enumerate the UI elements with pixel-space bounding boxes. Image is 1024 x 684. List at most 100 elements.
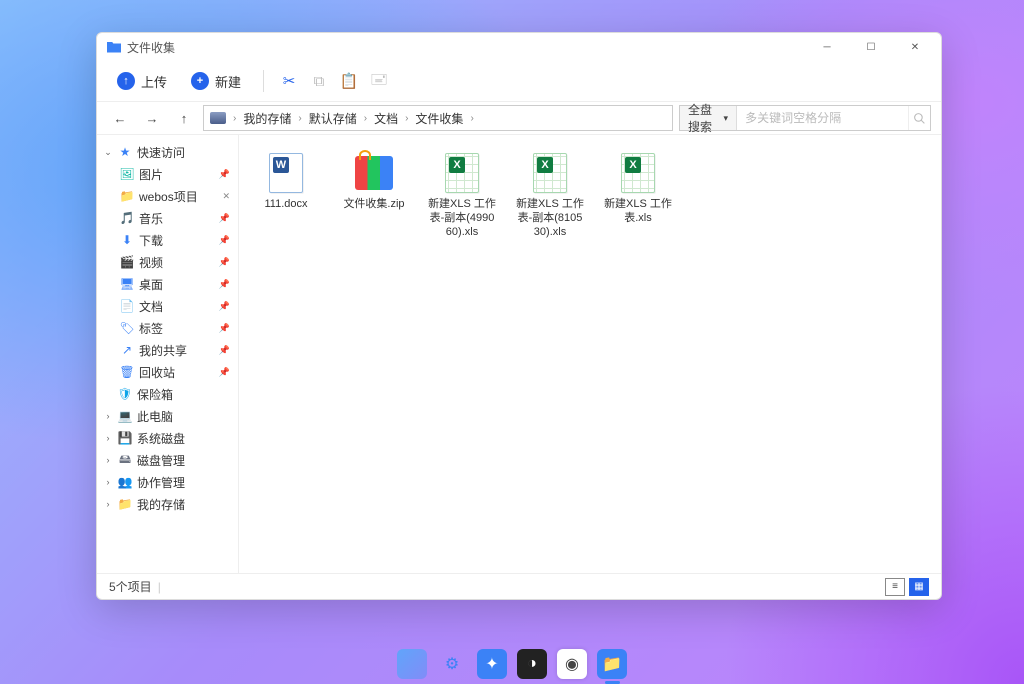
view-grid-button[interactable]: ▦ (909, 578, 929, 596)
copy-icon[interactable]: ⧉ (306, 68, 332, 94)
taskbar-activity-icon[interactable]: ◉ (557, 649, 587, 679)
sidebar-item-1[interactable]: 📁webos项目✕ (97, 185, 238, 207)
pin-icon[interactable]: 📌 (219, 323, 230, 334)
sidebar-root-3[interactable]: ›🖴磁盘管理 (97, 449, 238, 471)
forward-button[interactable]: → (139, 105, 165, 131)
item-count: 5个项目 (109, 578, 152, 595)
new-button[interactable]: + 新建 (181, 67, 251, 96)
sidebar-root-4[interactable]: ›👥协作管理 (97, 471, 238, 493)
sidebar-item-5[interactable]: 🖥桌面📌 (97, 273, 238, 295)
pin-icon[interactable]: 📌 (219, 367, 230, 378)
taskbar: ⚙ ✦ ◑ ◉ 📁 (0, 644, 1024, 684)
item-icon: 📄 (119, 298, 135, 314)
taskbar-terminal-icon[interactable]: ◑ (517, 649, 547, 679)
pin-icon[interactable]: 📌 (219, 169, 230, 180)
sidebar-item-8[interactable]: ↗我的共享📌 (97, 339, 238, 361)
toolbar: ↑ 上传 + 新建 ✂ ⧉ 📋 🖃 (97, 61, 941, 101)
upload-icon: ↑ (117, 72, 135, 90)
pin-icon[interactable]: ✕ (222, 191, 230, 202)
address-bar[interactable]: › 我的存储 › 默认存储 › 文档 › 文件收集 › (203, 105, 673, 131)
file-name: 111.docx (264, 198, 307, 212)
close-button[interactable]: ✕ (893, 33, 937, 61)
file-item[interactable]: 新建XLS 工作表.xls (601, 149, 675, 242)
pin-icon[interactable]: 📌 (219, 345, 230, 356)
item-icon: 🖼 (119, 166, 135, 182)
sidebar-item-2[interactable]: 🎵音乐📌 (97, 207, 238, 229)
sidebar-item-0[interactable]: 🖼图片📌 (97, 163, 238, 185)
search-icon[interactable] (908, 106, 930, 130)
pin-icon[interactable]: 📌 (219, 301, 230, 312)
chevron-right-icon: › (103, 477, 113, 487)
pin-icon[interactable]: 📌 (219, 257, 230, 268)
root-icon: 📁 (117, 496, 133, 512)
plus-icon: + (191, 72, 209, 90)
sidebar-root-2[interactable]: ›💾系统磁盘 (97, 427, 238, 449)
sidebar: ⌄ ★ 快速访问 🖼图片📌📁webos项目✕🎵音乐📌⬇下载📌🎬视频📌🖥桌面📌📄文… (97, 135, 239, 573)
item-icon: ↗ (119, 342, 135, 358)
item-icon: 🗑 (119, 364, 135, 380)
breadcrumb-0[interactable]: 我的存储 (239, 108, 295, 129)
titlebar[interactable]: 文件收集 ─ ☐ ✕ (97, 33, 941, 61)
sidebar-item-9[interactable]: 🗑回收站📌 (97, 361, 238, 383)
sidebar-item-3[interactable]: ⬇下载📌 (97, 229, 238, 251)
file-name: 新建XLS 工作表-副本(499060).xls (428, 198, 496, 239)
drive-icon (210, 112, 226, 124)
breadcrumb-2[interactable]: 文档 (370, 108, 402, 129)
chevron-right-icon: › (103, 499, 113, 509)
search-scope-dropdown[interactable]: 全盘搜索 ▾ (680, 106, 737, 130)
pin-icon[interactable]: 📌 (219, 235, 230, 246)
file-name: 文件收集.zip (343, 198, 404, 212)
nav-row: ← → ↑ › 我的存储 › 默认存储 › 文档 › 文件收集 › 全盘搜索 ▾ (97, 101, 941, 135)
cut-icon[interactable]: ✂ (276, 68, 302, 94)
pin-icon[interactable]: 📌 (219, 279, 230, 290)
sidebar-item-7[interactable]: 🏷标签📌 (97, 317, 238, 339)
taskbar-settings-icon[interactable]: ⚙ (437, 649, 467, 679)
back-button[interactable]: ← (107, 105, 133, 131)
sidebar-root-5[interactable]: ›📁我的存储 (97, 493, 238, 515)
sidebar-item-4[interactable]: 🎬视频📌 (97, 251, 238, 273)
breadcrumb-1[interactable]: 默认存储 (305, 108, 361, 129)
search-box: 全盘搜索 ▾ (679, 105, 931, 131)
root-icon: 💻 (117, 408, 133, 424)
separator (263, 70, 264, 92)
minimize-button[interactable]: ─ (805, 33, 849, 61)
file-grid[interactable]: 111.docx 文件收集.zip 新建XLS 工作表-副本(499060).xls… (239, 135, 941, 573)
chevron-right-icon: › (103, 455, 113, 465)
file-item[interactable]: 111.docx (249, 149, 323, 242)
zip-icon (353, 152, 395, 194)
chevron-right-icon: › (103, 411, 113, 421)
sidebar-root-1[interactable]: ›💻此电脑 (97, 405, 238, 427)
star-icon: ★ (117, 144, 133, 160)
taskbar-explorer-icon[interactable]: 📁 (597, 649, 627, 679)
chevron-right-icon: › (103, 433, 113, 443)
window-title: 文件收集 (127, 39, 175, 56)
file-explorer-window: 文件收集 ─ ☐ ✕ ↑ 上传 + 新建 ✂ ⧉ 📋 🖃 ← → ↑ › 我的存… (96, 32, 942, 600)
chevron-down-icon: ▾ (724, 113, 729, 124)
file-item[interactable]: 新建XLS 工作表-副本(499060).xls (425, 149, 499, 242)
root-icon: 💾 (117, 430, 133, 446)
up-button[interactable]: ↑ (171, 105, 197, 131)
xls-icon (441, 152, 483, 194)
taskbar-browser-icon[interactable]: ✦ (477, 649, 507, 679)
item-icon: 🎬 (119, 254, 135, 270)
upload-button[interactable]: ↑ 上传 (107, 67, 177, 96)
folder-icon (107, 42, 121, 53)
maximize-button[interactable]: ☐ (849, 33, 893, 61)
view-list-button[interactable]: ≡ (885, 578, 905, 596)
search-input[interactable] (737, 111, 908, 125)
item-icon: ⬇ (119, 232, 135, 248)
item-icon: 🖥 (119, 276, 135, 292)
paste-icon[interactable]: 📋 (336, 68, 362, 94)
pin-icon[interactable]: 📌 (219, 213, 230, 224)
sidebar-quick-access[interactable]: ⌄ ★ 快速访问 (97, 141, 238, 163)
stamp-icon[interactable]: 🖃 (366, 68, 392, 94)
sidebar-item-6[interactable]: 📄文档📌 (97, 295, 238, 317)
breadcrumb-3[interactable]: 文件收集 (411, 108, 467, 129)
sidebar-root-0[interactable]: 🛡保险箱 (97, 383, 238, 405)
file-item[interactable]: 新建XLS 工作表-副本(810530).xls (513, 149, 587, 242)
root-icon: 🛡 (117, 386, 133, 402)
file-item[interactable]: 文件收集.zip (337, 149, 411, 242)
item-icon: 📁 (119, 188, 135, 204)
status-bar: 5个项目 | ≡ ▦ (97, 573, 941, 599)
start-button[interactable] (397, 649, 427, 679)
